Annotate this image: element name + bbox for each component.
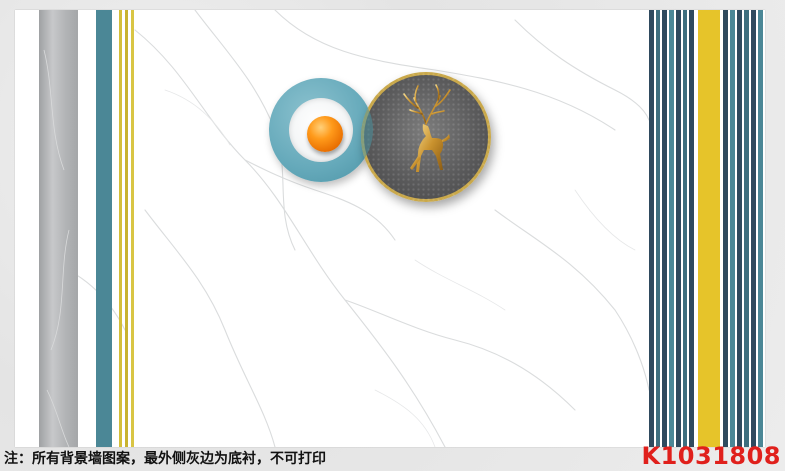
gold-line-3 (131, 10, 134, 447)
right-stripe-bank (649, 10, 765, 447)
grey-marble-stripe (39, 10, 78, 447)
gold-line-1 (119, 10, 122, 447)
navy-stripe (737, 10, 742, 447)
navy-stripe (751, 10, 756, 447)
navy-stripe (689, 10, 694, 447)
product-code: K1031808 (641, 442, 781, 470)
navy-stripe (649, 10, 654, 447)
navy-stripe (723, 10, 728, 447)
wallpaper-canvas (15, 10, 765, 447)
teal-stripe (656, 10, 660, 447)
teal-stripe (758, 10, 763, 447)
gold-line-2 (125, 10, 128, 447)
teal-stripe (730, 10, 735, 447)
teal-stripe (669, 10, 674, 447)
grey-marble-veins (43, 49, 70, 447)
teal-stripe (683, 10, 687, 447)
printing-note: 注：所有背景墙图案，最外侧灰边为底衬，不可打印 (4, 451, 326, 467)
navy-stripe (662, 10, 667, 447)
teal-stripe (744, 10, 749, 447)
navy-stripe (676, 10, 681, 447)
yellow-stripe (698, 10, 720, 447)
golden-deer (403, 84, 451, 172)
orange-ball (307, 116, 343, 152)
teal-stripe-left (96, 10, 112, 447)
